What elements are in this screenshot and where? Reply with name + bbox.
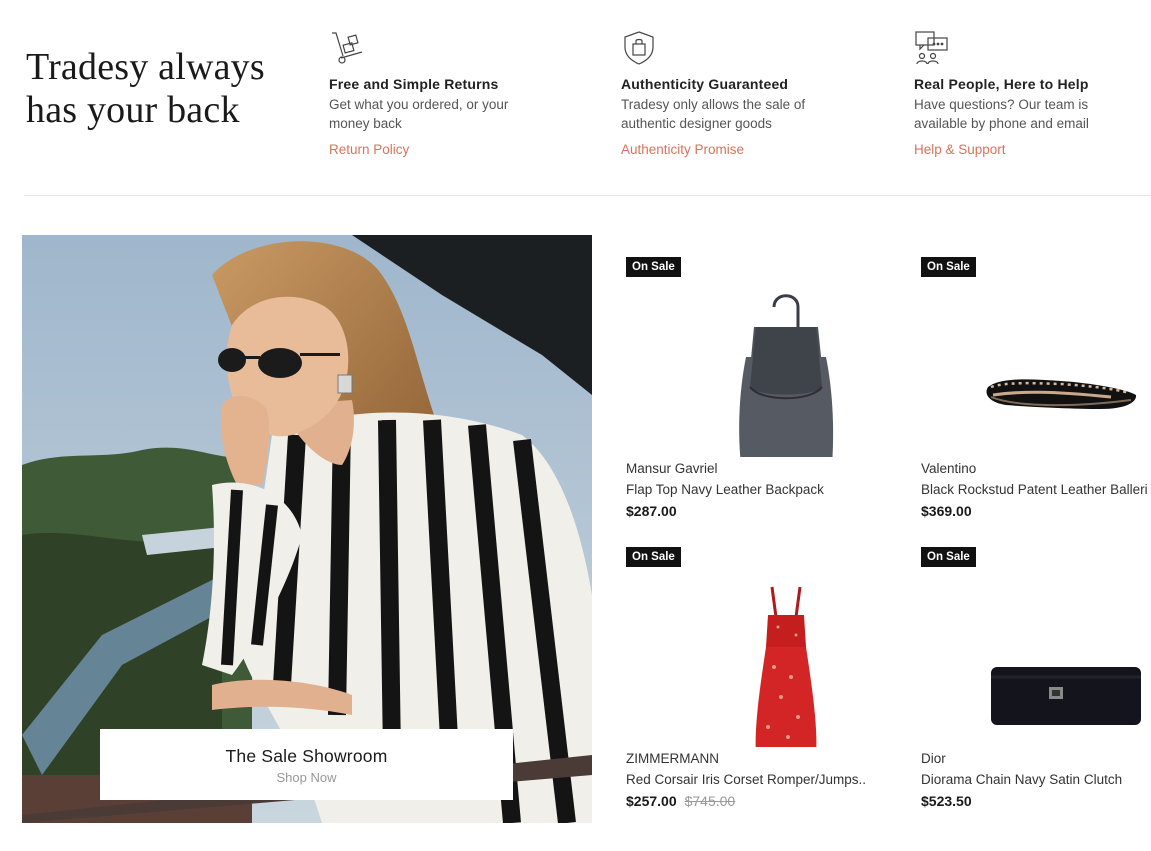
- hero-title: The Sale Showroom: [225, 746, 388, 766]
- original-price: $745.00: [684, 793, 736, 809]
- product-card[interactable]: On Sale ZIMMERMANN Red Corsair Iris Cors…: [626, 547, 886, 817]
- product-price: $523.50: [921, 793, 972, 809]
- product-price: $257.00: [626, 793, 677, 809]
- feature-returns: Free and Simple Returns Get what you ord…: [329, 30, 569, 157]
- feature-title: Authenticity Guaranteed: [621, 76, 789, 92]
- on-sale-badge: On Sale: [921, 547, 976, 567]
- feature-description: Tradesy only allows the sale of authenti…: [621, 97, 806, 131]
- product-brand: Mansur Gavriel: [626, 461, 718, 476]
- help-support-link[interactable]: Help & Support: [914, 142, 1151, 157]
- authenticity-promise-link[interactable]: Authenticity Promise: [621, 142, 861, 157]
- product-brand: ZIMMERMANN: [626, 751, 719, 766]
- product-card[interactable]: On Sale Dior Diorama Chain Navy Satin Cl…: [921, 547, 1151, 817]
- product-name[interactable]: Black Rockstud Patent Leather Balleri: [921, 482, 1151, 497]
- feature-authenticity: Authenticity Guaranteed Tradesy only all…: [621, 30, 861, 157]
- section-divider: [24, 195, 1151, 196]
- product-card[interactable]: On Sale Valentino Black Rockstud Patent …: [921, 257, 1151, 527]
- feature-description: Get what you ordered, or your money back: [329, 97, 509, 131]
- feature-support: Real People, Here to Help Have questions…: [914, 30, 1151, 157]
- product-price-group: $523.50: [921, 793, 972, 811]
- on-sale-badge: On Sale: [921, 257, 976, 277]
- page-headline: Tradesy always has your back: [26, 46, 296, 132]
- product-brand: Dior: [921, 751, 946, 766]
- product-name[interactable]: Red Corsair Iris Corset Romper/Jumps...: [626, 772, 866, 787]
- product-price-group: $369.00: [921, 503, 972, 521]
- product-price: $287.00: [626, 503, 677, 519]
- product-brand: Valentino: [921, 461, 977, 476]
- return-policy-link[interactable]: Return Policy: [329, 142, 569, 157]
- chat-people-icon: [915, 31, 948, 65]
- product-name[interactable]: Diorama Chain Navy Satin Clutch: [921, 772, 1151, 787]
- feature-title: Free and Simple Returns: [329, 76, 499, 92]
- feature-title: Real People, Here to Help: [914, 76, 1089, 92]
- product-image-backpack: [739, 294, 834, 457]
- product-price: $369.00: [921, 503, 972, 519]
- product-image-red-dress: [755, 586, 817, 747]
- product-price-group: $257.00 $745.00: [626, 793, 735, 811]
- headline-line-1: Tradesy always: [26, 46, 265, 88]
- on-sale-badge: On Sale: [626, 257, 681, 277]
- product-name[interactable]: Flap Top Navy Leather Backpack: [626, 482, 866, 497]
- shield-bag-icon: [624, 31, 654, 65]
- headline-line-2: has your back: [26, 89, 240, 131]
- sale-showroom-hero[interactable]: The Sale Showroom Shop Now: [22, 235, 592, 823]
- feature-description: Have questions? Our team is available by…: [914, 97, 1089, 131]
- hand-truck-icon: [332, 32, 363, 64]
- on-sale-badge: On Sale: [626, 547, 681, 567]
- product-card[interactable]: On Sale Mansur Gavriel Flap Top Navy Lea…: [626, 257, 886, 527]
- product-image-flat-shoe: [986, 379, 1137, 409]
- product-price-group: $287.00: [626, 503, 677, 521]
- product-image-clutch: [991, 667, 1141, 725]
- hero-card[interactable]: The Sale Showroom Shop Now: [100, 729, 513, 800]
- shop-now-link[interactable]: Shop Now: [100, 770, 513, 785]
